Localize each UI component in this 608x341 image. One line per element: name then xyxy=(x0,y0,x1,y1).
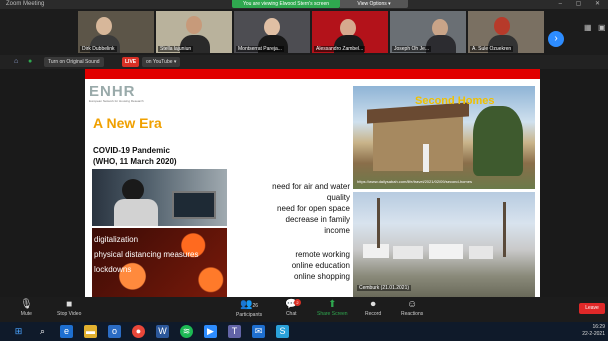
mail-icon[interactable]: ✉ xyxy=(252,325,265,338)
speaker-view-icon[interactable]: ▣ xyxy=(598,23,608,35)
participant-tile[interactable]: Dirk Dubbelink xyxy=(78,11,154,53)
participant-tile[interactable]: Montserrat Pareja... xyxy=(234,11,310,53)
share-screen-icon: ⬆ xyxy=(328,299,337,310)
spotify-icon[interactable]: ≋ xyxy=(180,325,193,338)
slide-header-bar xyxy=(85,69,540,79)
title-bar: Zoom Meeting You are viewing Elwood Ster… xyxy=(0,0,608,9)
participant-name: Alessandro Zambel... xyxy=(314,46,366,52)
remote-work-photo xyxy=(92,169,227,226)
view-options-button[interactable]: View Options ▾ xyxy=(340,0,408,8)
share-screen-button[interactable]: ⬆ Share Screen xyxy=(317,299,348,317)
second-homes-title: Second Homes xyxy=(415,95,495,107)
camping-photo xyxy=(353,192,535,297)
virus-label-lockdowns: lockdowns xyxy=(94,265,132,274)
participants-icon: 👥26 xyxy=(240,299,259,310)
file-explorer-icon[interactable]: ▬ xyxy=(84,325,97,338)
record-button[interactable]: ⏺ Record xyxy=(365,299,381,317)
participant-name: A. Sule Ozuekren xyxy=(470,46,514,52)
meeting-controls: 🎙 Mute ■ Stop Video 👥26 Participants 💬 C… xyxy=(0,297,608,322)
leave-button[interactable]: Leave xyxy=(579,303,605,314)
meeting-subbar: ⌂ ● Turn on Original Sound LIVE on YouTu… xyxy=(0,55,608,69)
outlook-icon[interactable]: o xyxy=(108,325,121,338)
reactions-icon: ☺ xyxy=(407,299,418,310)
enhr-logo-subtitle: European Network for Housing Research xyxy=(89,99,144,103)
original-sound-button[interactable]: Turn on Original Sound xyxy=(44,57,104,67)
live-badge: LIVE xyxy=(122,57,140,67)
remote-list: remote working online education online s… xyxy=(291,250,350,281)
teams-icon[interactable]: T xyxy=(228,325,241,338)
search-icon[interactable]: ⌕ xyxy=(36,325,49,338)
participant-tile[interactable]: A. Sule Ozuekren xyxy=(468,11,544,53)
window-title: Zoom Meeting xyxy=(6,1,45,7)
participant-tile[interactable]: Stella lajuniun xyxy=(156,11,232,53)
microphone-icon: 🎙 xyxy=(20,299,33,310)
shared-slide: ENHR European Network for Housing Resear… xyxy=(85,69,540,297)
virus-label-digitalization: digitalization xyxy=(94,235,139,244)
participant-name: Dirk Dubbelink xyxy=(80,46,117,52)
camping-caption: Cemburk (21.01.2021) xyxy=(357,285,412,291)
chrome-icon[interactable]: ● xyxy=(132,325,145,338)
chat-badge: 2 xyxy=(294,299,301,306)
word-icon[interactable]: W xyxy=(156,325,169,338)
skype-icon[interactable]: S xyxy=(276,325,289,338)
covid-heading: COVID-19 Pandemic (WHO, 11 March 2020) xyxy=(93,146,177,166)
slide-title: A New Era xyxy=(93,115,162,131)
second-homes-caption: https://www.dailysabah.com/life/travel/2… xyxy=(357,179,472,184)
security-shield-icon[interactable]: ● xyxy=(28,58,36,66)
zoom-window: Zoom Meeting You are viewing Elwood Ster… xyxy=(0,0,608,341)
gallery-view-icon[interactable]: ▦ xyxy=(584,23,596,35)
zoom-icon[interactable]: ▶ xyxy=(204,325,217,338)
youtube-stream-button[interactable]: on YouTube ▾ xyxy=(142,57,181,67)
video-camera-icon: ■ xyxy=(66,299,73,310)
mute-button[interactable]: 🎙 Mute xyxy=(20,299,33,317)
home-icon[interactable]: ⌂ xyxy=(14,58,22,66)
windows-start-icon[interactable]: ⊞ xyxy=(12,325,25,338)
system-clock[interactable]: 16:29 22-2-2021 xyxy=(582,324,605,338)
participant-strip: Dirk Dubbelink Stella lajuniun Montserra… xyxy=(0,9,608,55)
avatar xyxy=(96,17,112,35)
sharing-banner: You are viewing Elwood Stern's screen xyxy=(232,0,340,8)
virus-label-distancing: physical distancing measures xyxy=(94,250,199,259)
window-controls[interactable]: – ▢ ✕ xyxy=(559,0,606,9)
record-icon: ⏺ xyxy=(370,299,376,310)
edge-browser-icon[interactable]: e xyxy=(60,325,73,338)
participant-name: Stella lajuniun xyxy=(158,46,194,52)
participant-tile[interactable]: Joseph Oh Je... xyxy=(390,11,466,53)
enhr-logo: ENHR xyxy=(89,83,136,100)
participants-button[interactable]: 👥26 Participants xyxy=(236,299,262,318)
avatar xyxy=(494,17,510,35)
windows-taskbar: ⊞ ⌕ e ▬ o ● W ≋ ▶ T ✉ S 16:29 22-2-2021 xyxy=(0,322,608,341)
participant-name: Montserrat Pareja... xyxy=(236,46,284,52)
avatar xyxy=(186,16,202,34)
reactions-button[interactable]: ☺ Reactions xyxy=(401,299,423,317)
participant-name: Joseph Oh Je... xyxy=(392,46,432,52)
avatar xyxy=(264,18,280,36)
next-page-button[interactable]: › xyxy=(548,31,564,47)
needs-list: need for air and water quality need for … xyxy=(272,182,350,235)
stop-video-button[interactable]: ■ Stop Video xyxy=(57,299,81,317)
chat-button[interactable]: 💬 Chat 2 xyxy=(285,299,301,317)
participant-tile[interactable]: Alessandro Zambel... xyxy=(312,11,388,53)
